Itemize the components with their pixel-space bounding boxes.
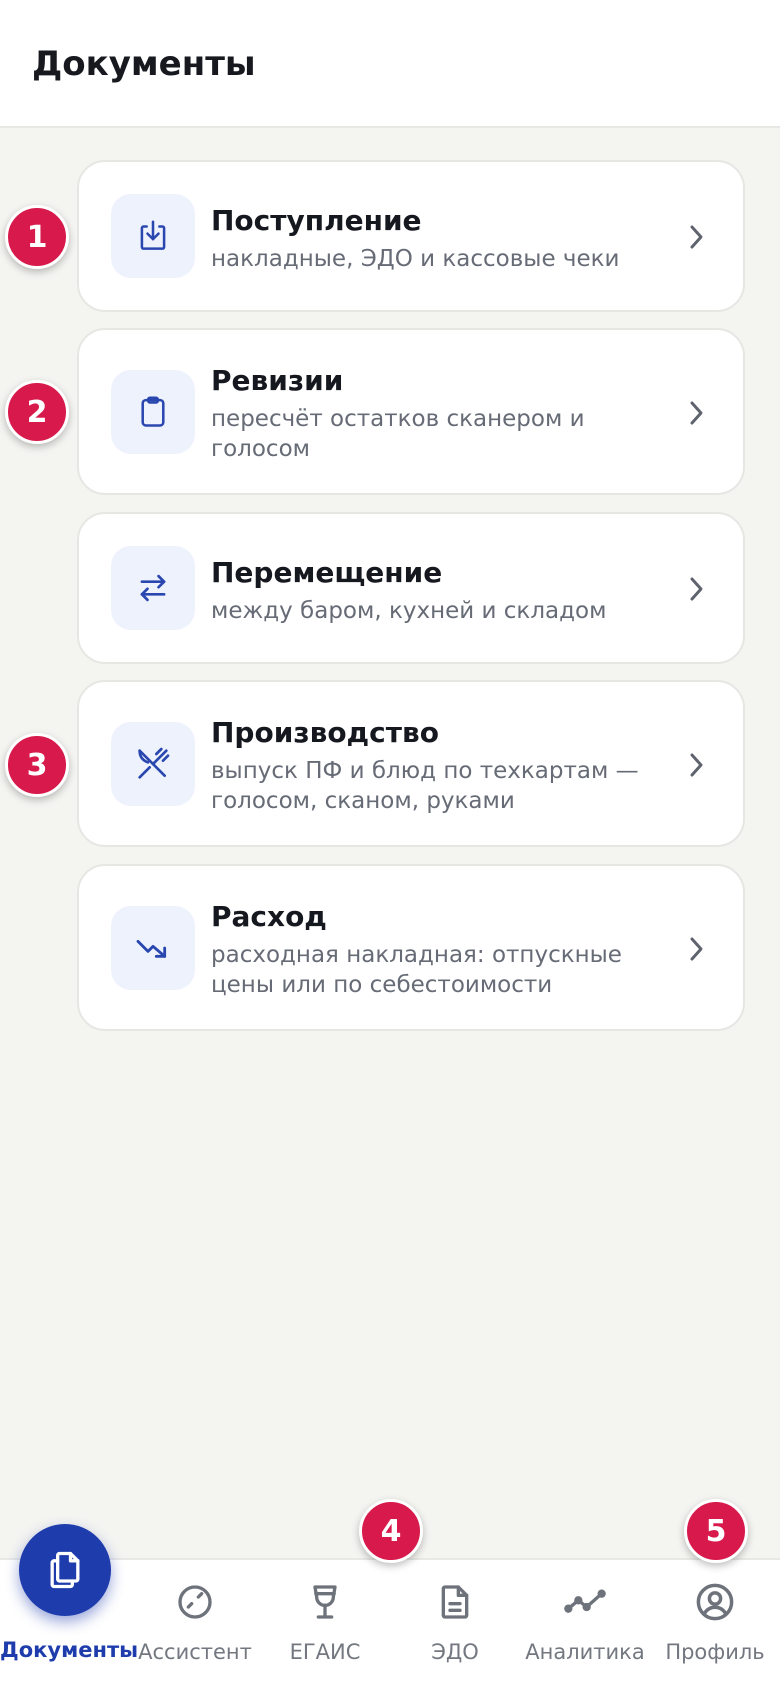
- clipboard-icon: [111, 370, 195, 454]
- card-title: Производство: [211, 716, 439, 749]
- tab-dokumenty-label[interactable]: Документы: [0, 1638, 138, 1662]
- card-title: Поступление: [211, 204, 422, 237]
- tab-analitika[interactable]: Аналитика: [520, 1560, 650, 1690]
- card-raskhod[interactable]: Расход расходная накладная: отпускные це…: [77, 864, 745, 1031]
- tab-egais[interactable]: ЕГАИС: [260, 1560, 390, 1690]
- chevron-right-icon: [683, 936, 709, 962]
- marker-5: 5: [684, 1499, 748, 1563]
- tab-label: ЭДО: [431, 1640, 479, 1664]
- trending-down-icon: [111, 906, 195, 990]
- transfer-arrows-icon: [111, 546, 195, 630]
- card-subtitle: накладные, ЭДО и кассовые чеки: [211, 246, 620, 272]
- card-subtitle: расходная накладная: отпускные цены или …: [211, 942, 622, 998]
- card-title: Перемещение: [211, 556, 443, 589]
- card-revizii[interactable]: Ревизии пересчёт остатков сканером и гол…: [77, 328, 745, 495]
- header: Документы: [0, 0, 780, 128]
- tab-dokumenty-button[interactable]: [19, 1524, 111, 1616]
- tab-label: Профиль: [665, 1640, 765, 1664]
- chevron-right-icon: [683, 752, 709, 778]
- card-postuplenie[interactable]: Поступление накладные, ЭДО и кассовые че…: [77, 160, 745, 312]
- chevron-right-icon: [683, 400, 709, 426]
- documents-icon: [43, 1548, 87, 1592]
- chart-line-icon: [563, 1580, 607, 1624]
- tab-label: ЕГАИС: [289, 1640, 361, 1664]
- tab-assistent[interactable]: Ассистент: [130, 1560, 260, 1690]
- card-proizvodstvo[interactable]: Производство выпуск ПФ и блюд по техкарт…: [77, 680, 745, 847]
- tab-label: Аналитика: [525, 1640, 645, 1664]
- wine-glass-icon: [303, 1580, 347, 1624]
- chevron-right-icon: [683, 576, 709, 602]
- user-circle-icon: [693, 1580, 737, 1624]
- tab-label: Ассистент: [138, 1640, 252, 1664]
- card-title: Расход: [211, 900, 327, 933]
- tab-bar: Ассистент ЕГАИС ЭДО Аналитика Профиль: [0, 1558, 780, 1690]
- card-peremeshchenie[interactable]: Перемещение между баром, кухней и складо…: [77, 512, 745, 664]
- marker-1: 1: [5, 205, 69, 269]
- file-icon: [433, 1580, 477, 1624]
- download-icon: [111, 194, 195, 278]
- assistant-icon: [173, 1580, 217, 1624]
- page-title: Документы: [32, 44, 256, 84]
- card-subtitle: пересчёт остатков сканером и голосом: [211, 406, 585, 462]
- marker-3: 3: [5, 733, 69, 797]
- marker-2: 2: [5, 380, 69, 444]
- card-title: Ревизии: [211, 364, 344, 397]
- tab-edo[interactable]: ЭДО: [390, 1560, 520, 1690]
- marker-4: 4: [359, 1499, 423, 1563]
- fork-knife-icon: [111, 722, 195, 806]
- card-subtitle: выпуск ПФ и блюд по техкартам — голосом,…: [211, 758, 639, 814]
- chevron-right-icon: [683, 224, 709, 250]
- card-subtitle: между баром, кухней и складом: [211, 598, 607, 624]
- tab-profil[interactable]: Профиль: [650, 1560, 780, 1690]
